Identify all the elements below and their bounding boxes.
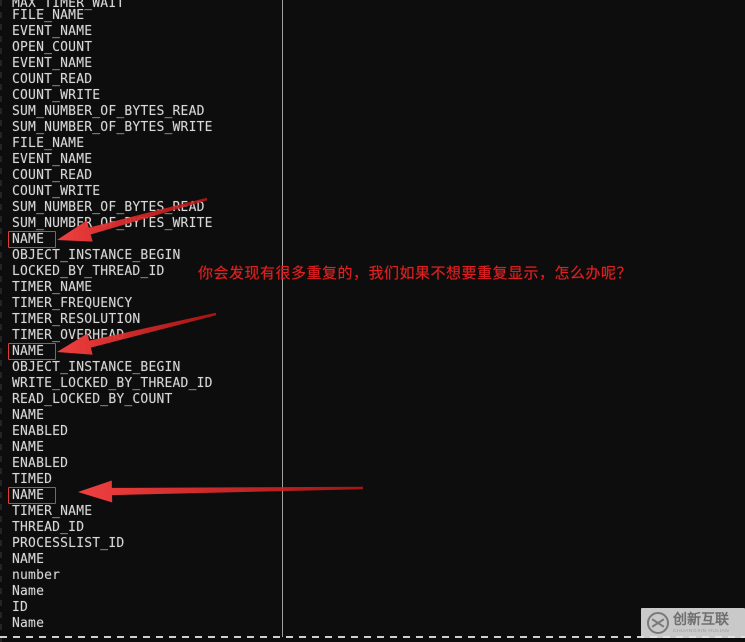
result-row: THREAD_ID bbox=[12, 520, 85, 535]
result-row: ENABLED bbox=[12, 424, 69, 439]
result-row: NAME bbox=[12, 552, 45, 567]
result-row: SUM_NUMBER_OF_BYTES_READ bbox=[12, 200, 205, 215]
result-row: WRITE_LOCKED_BY_THREAD_ID bbox=[12, 376, 213, 391]
result-row: PROCESSLIST_ID bbox=[12, 536, 125, 551]
result-row: FILE_NAME bbox=[12, 136, 85, 151]
result-row: FILE_NAME bbox=[12, 8, 85, 23]
result-row: COUNT_WRITE bbox=[12, 184, 101, 199]
result-row: NAME bbox=[12, 408, 45, 423]
terminal-screenshot: MAX_TIMER_WAIT FILE_NAME EVENT_NAME OPEN_CO… bbox=[0, 0, 745, 642]
result-row: ENABLED bbox=[12, 456, 69, 471]
watermark: 创新互联 CHUANGXIN HULIAN bbox=[641, 608, 745, 638]
circle-x-logo-icon bbox=[647, 612, 669, 634]
watermark-brand-en: CHUANGXIN HULIAN bbox=[673, 627, 730, 634]
result-row: EVENT_NAME bbox=[12, 152, 93, 167]
result-row: TIMER_FREQUENCY bbox=[12, 296, 133, 311]
result-row: Name bbox=[12, 584, 45, 599]
bottom-border-dashes bbox=[0, 636, 745, 638]
result-row: COUNT_READ bbox=[12, 72, 93, 87]
result-row: COUNT_READ bbox=[12, 168, 93, 183]
result-row: READ_LOCKED_BY_COUNT bbox=[12, 392, 173, 407]
result-row: ID bbox=[12, 600, 29, 615]
highlight-box-name bbox=[8, 487, 56, 504]
result-row: OBJECT_INSTANCE_BEGIN bbox=[12, 248, 181, 263]
result-row: OPEN_COUNT bbox=[12, 40, 93, 55]
result-row: number bbox=[12, 568, 61, 583]
result-row: EVENT_NAME bbox=[12, 56, 93, 71]
highlight-box-name bbox=[8, 343, 56, 360]
result-row: SUM_NUMBER_OF_BYTES_WRITE bbox=[12, 120, 213, 135]
result-row: TIMED bbox=[12, 472, 53, 487]
result-row: LOCKED_BY_THREAD_ID bbox=[12, 264, 165, 279]
vertical-guide-line bbox=[282, 0, 283, 637]
result-row: EVENT_NAME bbox=[12, 24, 93, 39]
query-result-column: MAX_TIMER_WAIT FILE_NAME EVENT_NAME OPEN_CO… bbox=[0, 0, 282, 642]
result-row: SUM_NUMBER_OF_BYTES_WRITE bbox=[12, 216, 213, 231]
result-row: COUNT_WRITE bbox=[12, 88, 101, 103]
result-row: OBJECT_INSTANCE_BEGIN bbox=[12, 360, 181, 375]
highlight-box-name bbox=[8, 231, 56, 248]
annotation-text: 你会发现有很多重复的，我们如果不想要重复显示，怎么办呢？ bbox=[198, 264, 633, 282]
result-row: SUM_NUMBER_OF_BYTES_READ bbox=[12, 104, 205, 119]
result-row: Name bbox=[12, 616, 45, 631]
result-row: NAME bbox=[12, 440, 45, 455]
result-row: TIMER_OVERHEAD bbox=[12, 328, 125, 343]
watermark-text: 创新互联 CHUANGXIN HULIAN bbox=[673, 613, 729, 634]
result-row: TIMER_RESOLUTION bbox=[12, 312, 141, 327]
watermark-brand-cn: 创新互联 bbox=[673, 611, 729, 628]
result-row: TIMER_NAME bbox=[12, 504, 93, 519]
result-row: TIMER_NAME bbox=[12, 280, 93, 295]
